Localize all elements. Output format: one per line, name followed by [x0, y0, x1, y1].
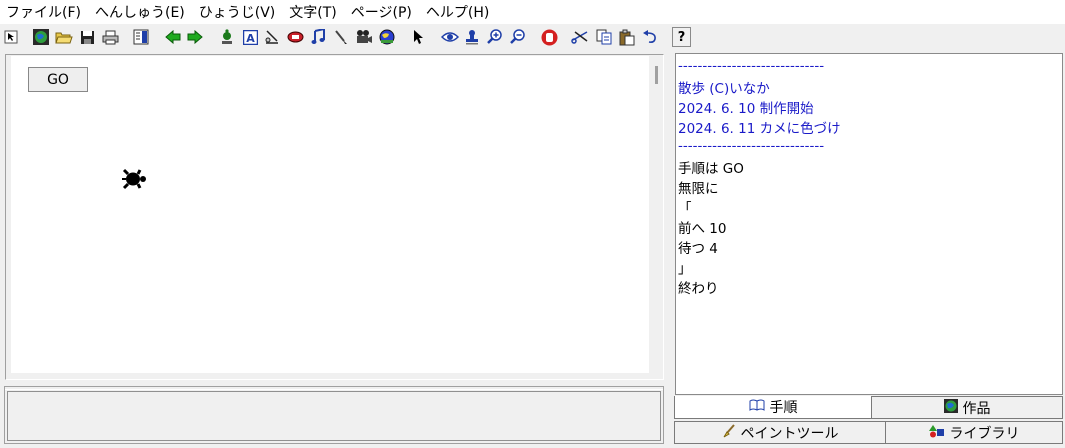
menu-view[interactable]: ひょうじ(V) — [192, 2, 283, 22]
code-line: 終わり — [678, 281, 719, 297]
copy-icon[interactable] — [594, 27, 614, 47]
undo-icon[interactable] — [640, 27, 660, 47]
video-camera-icon[interactable] — [354, 27, 374, 47]
message-box[interactable] — [7, 391, 661, 441]
menu-text[interactable]: 文字(T) — [282, 2, 343, 22]
tab-paint-tool-label: ペイントツール — [740, 425, 839, 442]
stop-hand-icon[interactable] — [539, 27, 559, 47]
code-line: 散歩 (C)いなか — [678, 81, 770, 97]
go-button[interactable]: GO — [28, 67, 88, 92]
print-icon[interactable] — [100, 27, 120, 47]
help-button[interactable]: ? — [672, 27, 691, 47]
drawing-canvas[interactable] — [11, 56, 649, 373]
tab-library[interactable]: ライブラリ — [885, 421, 1063, 444]
shape-tool-icon[interactable] — [285, 27, 305, 47]
code-line: 2024. 6. 10 制作開始 — [678, 101, 814, 117]
menu-page[interactable]: ページ(P) — [344, 2, 419, 22]
code-line: ------------------------------ — [678, 58, 825, 74]
tab-procedures-label: 手順 — [769, 400, 798, 416]
code-line: 手順は GO — [678, 161, 744, 177]
zoom-in-icon[interactable] — [485, 27, 505, 47]
select-cursor-icon[interactable] — [408, 27, 428, 47]
save-disk-icon[interactable] — [77, 27, 97, 47]
turtle-icon[interactable] — [121, 168, 149, 190]
code-line: 前へ 10 — [678, 221, 727, 237]
pointer-arrow-icon[interactable] — [1, 27, 21, 47]
globe-icon — [943, 398, 958, 417]
menu-bar: ファイル(F) へんしゅう(E) ひょうじ(V) 文字(T) ページ(P) ヘル… — [0, 0, 1065, 24]
tab-works-label: 作品 — [962, 400, 991, 417]
eye-icon[interactable] — [440, 27, 460, 47]
svg-text:A: A — [246, 32, 255, 45]
world-icon[interactable] — [377, 27, 397, 47]
turtle-stamp-icon[interactable] — [217, 27, 237, 47]
tab-works[interactable]: 作品 — [871, 396, 1063, 419]
stamp-icon[interactable] — [462, 27, 482, 47]
code-line: 無限に — [678, 181, 719, 197]
tab-procedures[interactable]: 手順 — [674, 396, 872, 419]
forward-arrow-icon[interactable] — [185, 27, 205, 47]
shapes-icon — [928, 424, 945, 442]
code-line: 2024. 6. 11 カメに色づけ — [678, 121, 841, 137]
book-icon — [749, 399, 765, 415]
paintbrush-icon — [722, 423, 736, 442]
message-area — [4, 386, 664, 444]
menu-file[interactable]: ファイル(F) — [0, 2, 88, 22]
music-note-icon[interactable] — [308, 27, 328, 47]
code-line: ------------------------------ — [678, 138, 825, 154]
menu-help[interactable]: ヘルプ(H) — [419, 2, 496, 22]
tab-library-label: ライブラリ — [949, 425, 1020, 442]
code-line: 「 — [678, 201, 692, 217]
back-arrow-icon[interactable] — [163, 27, 183, 47]
toolbar: A — [0, 26, 670, 50]
code-line: 待つ 4 — [678, 241, 718, 257]
code-line: 」 — [678, 261, 692, 277]
procedure-editor[interactable]: ------------------------------ 散歩 (C)いなか… — [675, 53, 1063, 395]
text-tool-icon[interactable]: A — [240, 27, 260, 47]
line-tool-icon[interactable] — [262, 27, 282, 47]
tab-paint-tool[interactable]: ペイントツール — [674, 421, 886, 444]
page-layout-icon[interactable] — [131, 27, 151, 47]
menu-edit[interactable]: へんしゅう(E) — [88, 2, 192, 22]
open-folder-icon[interactable] — [54, 27, 74, 47]
zoom-out-icon[interactable] — [508, 27, 528, 47]
panel-tabs: 手順 作品 ペイントツール ライブラリ — [672, 396, 1065, 448]
canvas-scroll-thumb[interactable] — [655, 66, 658, 84]
globe-icon[interactable] — [31, 27, 51, 47]
paste-icon[interactable] — [617, 27, 637, 47]
brush-tool-icon[interactable] — [331, 27, 351, 47]
cut-scissors-icon[interactable] — [570, 27, 590, 47]
